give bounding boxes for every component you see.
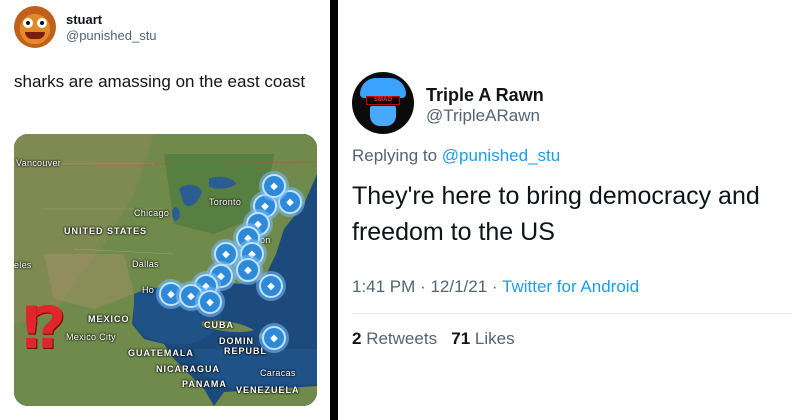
map-label-fragment: on [260,235,271,245]
likes-count: 71 [451,329,471,348]
display-name[interactable]: stuart [66,12,102,27]
left-tweet: stuart @punished_stu sharks are amassing… [0,0,330,420]
tweet-image-map[interactable]: Vancouver Chicago Toronto UNITED STATES … [14,134,317,406]
map-label-chicago: Chicago [134,208,170,218]
map-label-mexico: MEXICO [88,314,130,324]
avatar-headband: SMAO [366,96,400,105]
shark-icon[interactable]: ◆ [262,326,286,350]
separator-dot: · [491,277,498,296]
retweets-stat[interactable]: 2 Retweets [352,329,437,348]
shark-icon[interactable]: ◆ [262,174,286,198]
interrobang-overlay: !? [18,294,66,362]
shark-icon[interactable]: ◆ [198,290,222,314]
right-tweet: SMAO Triple A Rawn @TripleARawn Replying… [338,0,800,420]
avatar[interactable]: SMAO [352,72,414,134]
map-label-cuba: CUBA [204,320,234,330]
map-label-republic: REPUBL [224,346,268,356]
map-label-panama: PANAMA [182,379,227,389]
tweet-time[interactable]: 1:41 PM [352,277,415,296]
avatar-eye [37,18,47,28]
map-label-dallas: Dallas [132,259,159,269]
display-name[interactable]: Triple A Rawn [426,85,544,106]
retweets-count: 2 [352,329,362,348]
map-label-vancouver: Vancouver [16,158,62,168]
shark-icon[interactable]: ◆ [214,242,238,266]
tweet-meta: 1:41 PM · 12/1/21 · Twitter for Android [352,277,639,297]
shark-icon[interactable]: ◆ [259,274,283,298]
user-handle[interactable]: @TripleARawn [426,106,540,126]
avatar-face [370,106,396,126]
map-label-toronto: Toronto [209,197,242,207]
replying-to-label: Replying to [352,146,438,165]
tweet-date[interactable]: 12/1/21 [430,277,487,296]
map-label-los-angeles: eles [14,260,32,270]
avatar-eye [23,18,33,28]
replying-to-link[interactable]: @punished_stu [442,146,560,165]
likes-label: Likes [474,329,515,348]
map-label-nicaragua: NICARAGUA [156,364,220,374]
map-label-dominican: DOMIN [219,336,254,346]
map-label-venezuela: VENEZUELA [236,385,300,395]
tweet-text: They're here to bring democracy and free… [352,182,760,246]
avatar-mouth [25,32,45,39]
tweet-text: sharks are amassing on the east coast [14,72,306,91]
retweets-label: Retweets [366,329,438,348]
avatar[interactable] [14,6,56,48]
divider [330,0,338,420]
map-label-mexico-city: Mexico City [66,332,116,342]
tweet-client-link[interactable]: Twitter for Android [502,277,639,296]
map-label-united-states: UNITED STATES [64,226,148,236]
user-handle[interactable]: @punished_stu [66,28,157,43]
map-label-guatemala: GUATEMALA [128,348,194,358]
shark-icon[interactable]: ◆ [236,258,260,282]
map-label-caracas: Caracas [260,368,296,378]
avatar-hair [360,78,406,98]
replying-to: Replying to @punished_stu [352,146,560,166]
likes-stat[interactable]: 71 Likes [451,329,514,348]
map-label-houston: Ho [142,285,155,295]
tweet-stats: 2 Retweets 71 Likes [352,329,515,349]
separator-dot: · [420,277,426,296]
stats-divider [352,313,792,314]
